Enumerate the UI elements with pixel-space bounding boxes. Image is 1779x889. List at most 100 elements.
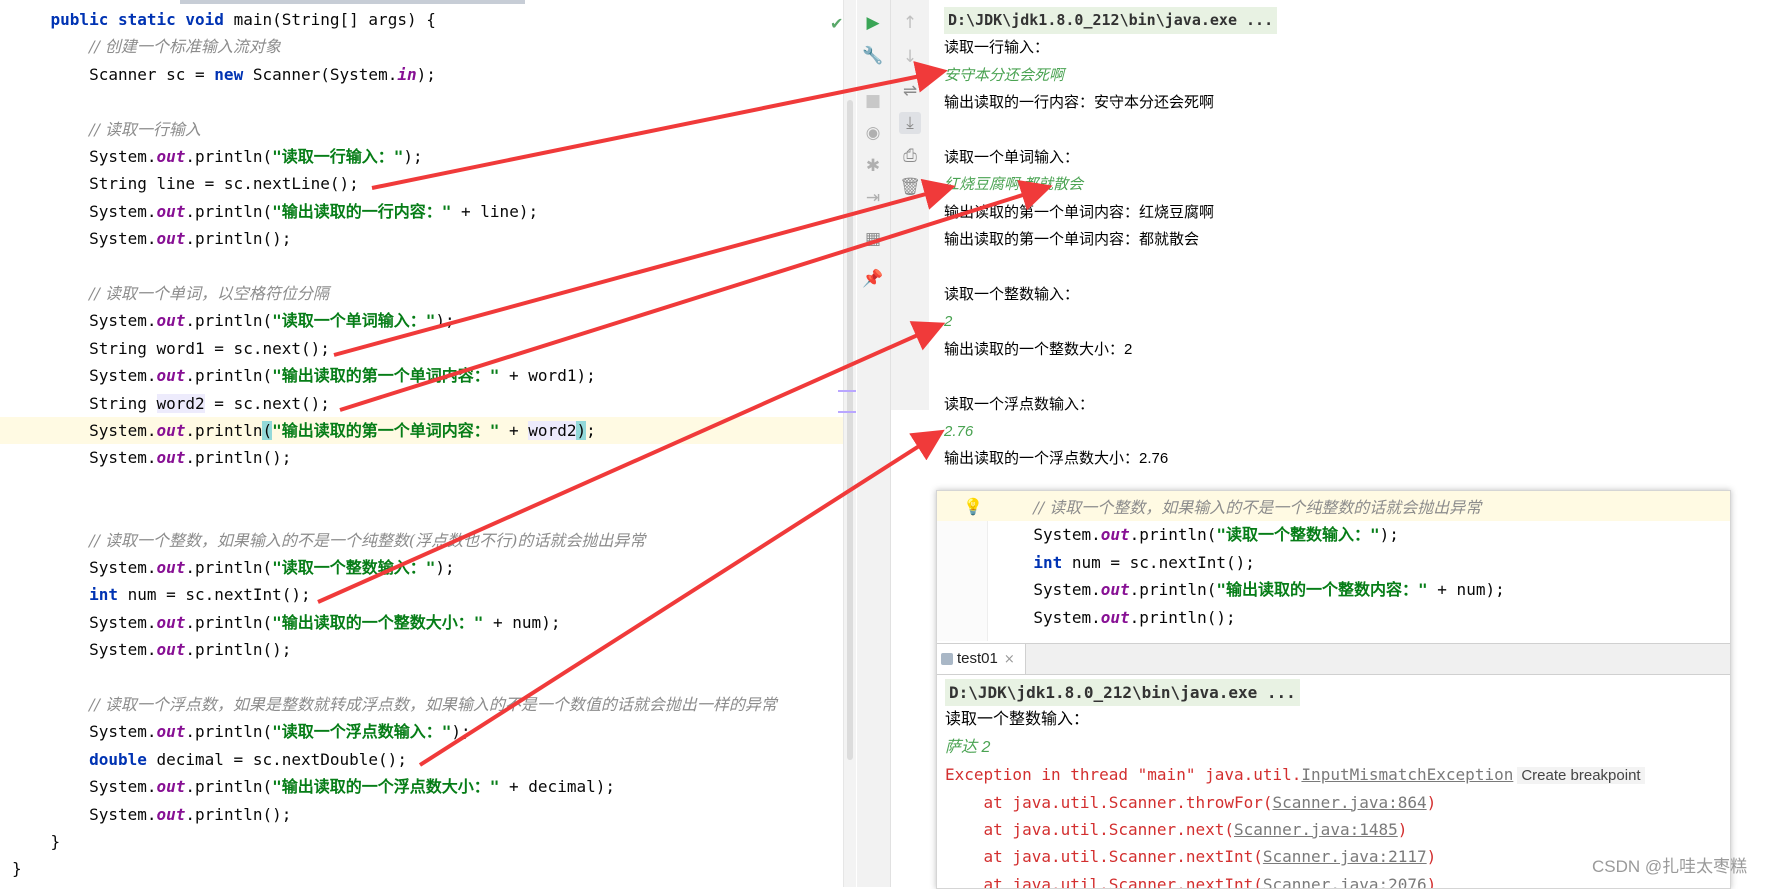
arrow-up-icon[interactable]: ↑ [899, 12, 921, 34]
code-line[interactable]: System.out.println("读取一个浮点数输入："); [0, 718, 471, 745]
code-line[interactable]: double decimal = sc.nextDouble(); [0, 746, 407, 773]
code-line[interactable]: String word1 = sc.next(); [0, 335, 330, 362]
debug-icon[interactable]: ✱ [862, 155, 884, 177]
code-line[interactable]: System.out.println(); [937, 604, 1235, 631]
print-icon[interactable]: ⎙ [899, 145, 921, 167]
editor-scrollbar[interactable] [843, 0, 856, 887]
code-line[interactable]: System.out.println(); [0, 444, 291, 471]
watermark: CSDN @扎哇太枣糕 [1592, 857, 1748, 876]
usage-marker[interactable] [838, 411, 856, 413]
inset-screenshot: 💡 // 读取一个整数，如果输入的不是一个纯整数的话就会抛出异常 System.… [936, 490, 1731, 889]
code-line[interactable]: System.out.println("读取一行输入："); [0, 143, 423, 170]
tab-label: test01 [957, 650, 998, 667]
code-line[interactable]: System.out.println("读取一个整数输入："); [937, 521, 1399, 548]
stacktrace-link[interactable]: Scanner.java:864 [1273, 793, 1427, 812]
code-line[interactable]: public static void main(String[] args) { [0, 6, 436, 33]
code-line[interactable]: int num = sc.nextInt(); [0, 581, 311, 608]
console-text: 读取一个整数输入： [945, 711, 1090, 729]
code-line[interactable] [0, 664, 12, 691]
code-line[interactable]: Scanner sc = new Scanner(System.in); [0, 61, 436, 88]
code-token: System. [937, 525, 1101, 545]
code-line[interactable]: System.out.println("输出读取的一个整数大小：" + num)… [0, 609, 560, 636]
code-token: System. [12, 201, 157, 221]
code-line[interactable]: int num = sc.nextInt(); [937, 549, 1255, 576]
console-text: Exception in thread "main" java.util. [945, 765, 1302, 785]
stacktrace-link[interactable]: InputMismatchException [1301, 765, 1513, 784]
code-token: System. [937, 580, 1101, 600]
run-icon[interactable]: ▶ [862, 12, 884, 34]
code-token: ) [576, 421, 587, 440]
scrollbar-thumb[interactable] [847, 100, 853, 760]
run-config-icon [941, 653, 953, 665]
stop-icon[interactable]: ■ [862, 90, 884, 112]
run-console[interactable]: D:\JDK\jdk1.8.0_212\bin\java.exe ... 读取一行… [930, 0, 1779, 490]
code-token: int [1033, 552, 1063, 572]
login-icon[interactable]: ⇥ [862, 187, 884, 209]
stacktrace-link[interactable]: Scanner.java:2117 [1263, 847, 1427, 866]
console-output-line: 输出读取的一个浮点数大小：2.76 [944, 450, 1169, 468]
code-line[interactable]: String line = sc.nextLine(); [0, 170, 359, 197]
scroll-to-end-icon[interactable]: ⤓ [899, 112, 921, 134]
code-line[interactable]: System.out.println("读取一个单词输入："); [0, 307, 455, 334]
code-token: "输出读取的第一个单词内容：" [272, 421, 500, 440]
code-token: .println( [185, 147, 273, 166]
usage-marker[interactable] [838, 390, 856, 392]
stacktrace-link[interactable]: Scanner.java:1485 [1234, 820, 1398, 839]
console-text: ) [1426, 792, 1437, 812]
code-line[interactable] [0, 88, 12, 115]
code-line[interactable]: // 读取一个整数，如果输入的不是一个纯整数(浮点数也不行)的话就会抛出异常 [0, 527, 645, 554]
code-line[interactable]: // 读取一个浮点数，如果是整数就转成浮点数，如果输入的不是一个数值的话就会抛出… [0, 691, 777, 718]
code-line[interactable]: System.out.println("输出读取的一个整数内容：" + num)… [937, 576, 1505, 603]
run-tab-test01[interactable]: test01 × [937, 644, 1026, 674]
code-line[interactable]: System.out.println("输出读取的第一个单词内容：" + wor… [0, 417, 855, 444]
code-line[interactable] [0, 253, 12, 280]
soft-wrap-icon[interactable]: ⇌ [899, 80, 921, 102]
arrow-down-icon[interactable]: ↓ [899, 46, 921, 68]
code-token: .println( [1129, 580, 1217, 600]
code-line[interactable]: System.out.println(); [0, 636, 291, 663]
code-token: .println( [185, 612, 273, 632]
layout-icon[interactable]: ▦ [862, 228, 884, 250]
code-token: in [397, 64, 417, 84]
code-token: new [214, 64, 244, 84]
code-token: .println( [185, 366, 273, 386]
code-line[interactable]: String word2 = sc.next(); [0, 390, 330, 417]
code-line[interactable]: } [0, 855, 22, 882]
code-line[interactable]: System.out.println("输出读取的一个浮点数大小：" + dec… [0, 773, 615, 800]
trash-icon[interactable]: 🗑 [899, 176, 921, 198]
code-line[interactable]: // 创建一个标准输入流对象 [0, 33, 281, 60]
code-token: "输出读取的一行内容：" [272, 201, 452, 221]
code-token: num = sc.nextInt(); [1062, 552, 1255, 572]
code-line[interactable]: System.out.println(); [0, 225, 291, 252]
code-line[interactable]: // 读取一个整数，如果输入的不是一个纯整数的话就会抛出异常 [937, 494, 1481, 521]
code-token: out [156, 777, 186, 797]
code-line[interactable] [0, 499, 12, 526]
code-token: System. [12, 147, 157, 166]
close-icon[interactable]: × [1004, 652, 1015, 667]
wrench-icon[interactable]: 🔧 [862, 45, 884, 67]
code-token: out [156, 229, 186, 249]
code-token: .println( [185, 201, 273, 221]
console-output-line: 读取一行输入： [944, 39, 1050, 57]
code-editor[interactable]: ✔ public static void main(String[] args)… [0, 0, 857, 887]
create-breakpoint-button[interactable]: Create breakpoint [1517, 767, 1645, 785]
code-line[interactable]: System.out.println("读取一个整数输入："); [0, 554, 455, 581]
inset-tab-bar: test01 × [937, 643, 1730, 675]
code-line[interactable]: // 读取一个单词，以空格符位分隔 [0, 280, 329, 307]
code-line[interactable]: } [0, 828, 61, 855]
inspection-ok-icon[interactable]: ✔ [830, 14, 843, 33]
code-line[interactable]: // 读取一行输入 [0, 116, 201, 143]
camera-icon[interactable]: ◉ [862, 122, 884, 144]
code-token: .println(); [185, 640, 292, 660]
code-line[interactable]: System.out.println("输出读取的第一个单词内容：" + wor… [0, 362, 596, 389]
code-token: System. [12, 722, 157, 742]
code-line[interactable]: System.out.println(); [0, 801, 291, 828]
inset-console-line: at java.util.Scanner.nextInt(Scanner.jav… [945, 871, 1437, 888]
pin-icon[interactable]: 📌 [862, 268, 884, 290]
code-line[interactable] [0, 472, 12, 499]
code-line[interactable]: System.out.println("输出读取的一行内容：" + line); [0, 198, 538, 225]
code-token: + num); [1427, 580, 1505, 600]
code-token: "输出读取的一个整数大小：" [272, 612, 484, 632]
inset-console-line: 读取一个整数输入： [945, 706, 1089, 733]
